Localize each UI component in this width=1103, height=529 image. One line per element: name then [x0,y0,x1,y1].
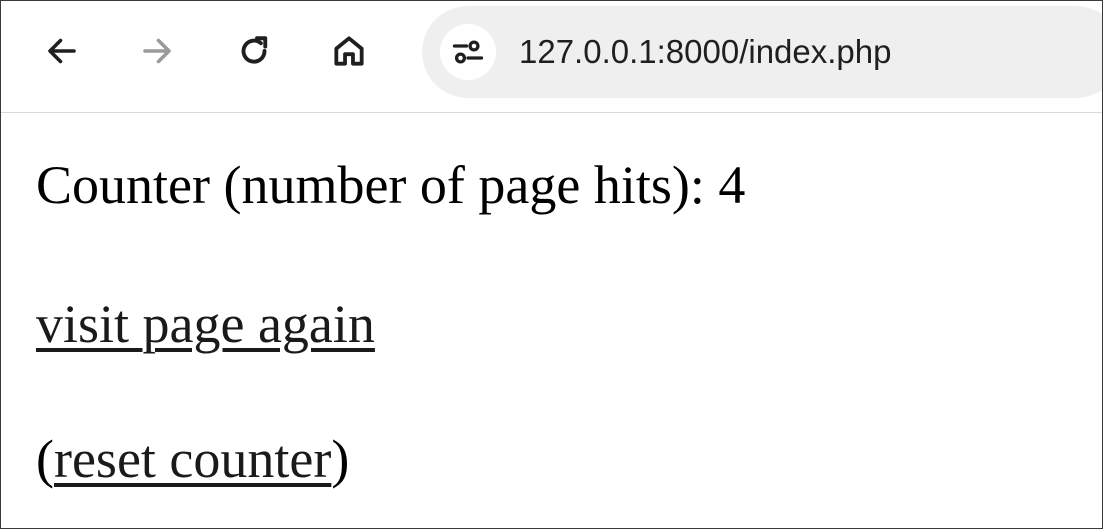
reload-icon [241,36,268,64]
home-icon [334,36,364,66]
browser-toolbar: 127.0.0.1:8000/index.php [1,1,1102,113]
visit-paragraph: visit page again [36,288,375,360]
arrow-left-icon [48,38,76,64]
url-text[interactable]: 127.0.0.1:8000/index.php [519,30,892,74]
reload-button[interactable] [234,31,274,71]
reset-close-paren: ) [331,429,350,489]
home-button[interactable] [329,31,369,71]
reset-paragraph: (reset counter) [36,423,349,495]
counter-text: Counter (number of page hits): 4 [36,155,746,215]
address-bar[interactable]: 127.0.0.1:8000/index.php [422,6,1102,98]
tune-icon [452,40,484,64]
reset-counter-link[interactable]: reset counter [54,429,331,489]
visit-page-link[interactable]: visit page again [36,294,375,354]
reset-open-paren: ( [36,429,54,489]
forward-button[interactable] [137,31,177,71]
back-button[interactable] [42,31,82,71]
site-info-button[interactable] [440,24,496,80]
arrow-right-icon [143,38,171,64]
browser-window: 127.0.0.1:8000/index.php Counter (number… [0,0,1103,529]
